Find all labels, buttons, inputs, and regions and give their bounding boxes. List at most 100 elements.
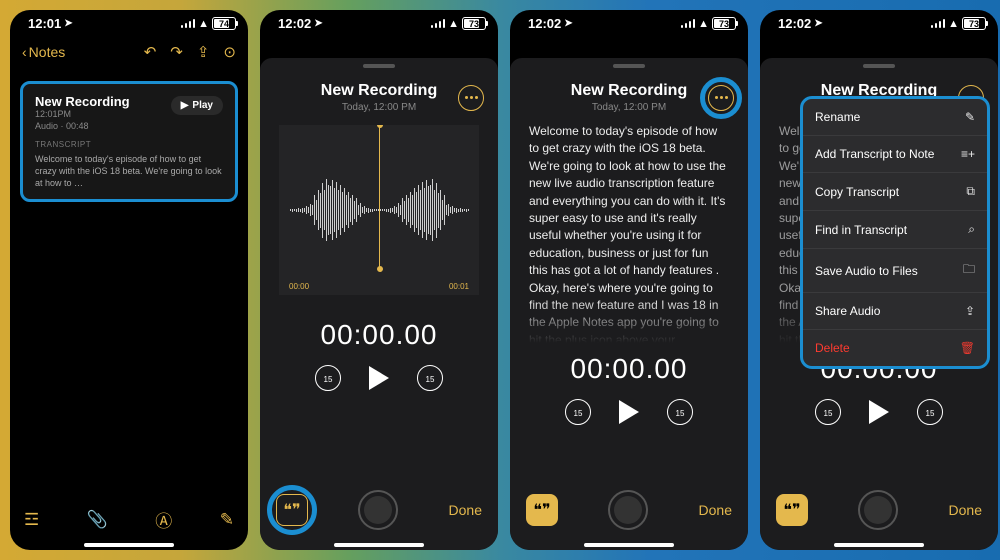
- waveform[interactable]: 00:00 00:01: [279, 125, 479, 295]
- record-button[interactable]: [608, 490, 648, 530]
- playback-controls: 15 15: [815, 399, 943, 425]
- menu-rename[interactable]: Rename✎: [803, 99, 987, 136]
- transcript-button[interactable]: ❝❞: [526, 494, 558, 526]
- card-meta: Audio · 00:48: [35, 121, 130, 133]
- home-indicator[interactable]: [84, 543, 174, 547]
- markup-icon[interactable]: Ⓐ: [155, 507, 172, 532]
- compose-icon[interactable]: ✎: [220, 510, 234, 530]
- transcript-text[interactable]: Welcome to today's episode of how to get…: [529, 123, 729, 343]
- record-button[interactable]: [358, 490, 398, 530]
- wifi-icon: ▲: [448, 18, 459, 30]
- skip-back-button[interactable]: 15: [815, 399, 841, 425]
- playback-controls: 15 15: [565, 399, 693, 425]
- timer: 00:00.00: [571, 353, 688, 385]
- playback-controls: 15 15: [315, 365, 443, 391]
- sheet-title: New Recording: [550, 82, 708, 100]
- time-tick: 00:01: [449, 282, 469, 291]
- sheet-subtitle: Today, 12:00 PM: [550, 102, 708, 113]
- pencil-icon: ✎: [965, 110, 975, 124]
- menu-save-audio[interactable]: Save Audio to Files🗀: [803, 249, 987, 293]
- folder-icon: 🗀: [963, 260, 975, 281]
- recording-sheet: New Recording Today, 12:00 PM 00:00 00:0…: [260, 58, 498, 550]
- search-icon: ⌕: [968, 222, 975, 237]
- menu-share-audio[interactable]: Share Audio⇪: [803, 293, 987, 330]
- status-time: 12:02: [528, 16, 561, 31]
- more-button[interactable]: [708, 85, 734, 111]
- home-indicator[interactable]: [584, 543, 674, 547]
- cellular-icon: [931, 19, 946, 28]
- attachment-icon[interactable]: 📎: [87, 510, 108, 530]
- location-icon: ➤: [64, 18, 72, 29]
- menu-find-transcript[interactable]: Find in Transcript⌕: [803, 211, 987, 249]
- done-button[interactable]: Done: [699, 502, 732, 518]
- status-time: 12:02: [278, 16, 311, 31]
- transcript-preview: Welcome to today's episode of how to get…: [35, 154, 223, 189]
- home-indicator[interactable]: [334, 543, 424, 547]
- cellular-icon: [431, 19, 446, 28]
- time-tick: 00:00: [289, 282, 309, 291]
- cellular-icon: [181, 19, 196, 28]
- toolbar: ☲ 📎 Ⓐ ✎: [10, 499, 248, 540]
- menu-delete[interactable]: Delete🗑: [803, 330, 987, 366]
- status-bar: 12:02➤ ▲ 73: [510, 10, 748, 35]
- transcript-button[interactable]: ❝❞: [276, 494, 308, 526]
- share-icon[interactable]: ⇪: [197, 43, 210, 61]
- recording-sheet: New Recording Today, 12:00 PM Welcome to…: [510, 58, 748, 550]
- play-button[interactable]: ▶ Play: [171, 96, 223, 115]
- back-button[interactable]: ‹ Notes: [22, 44, 65, 60]
- battery-icon: 73: [962, 17, 986, 30]
- checklist-icon[interactable]: ☲: [24, 510, 39, 530]
- phone-menu: 12:02➤ ▲ 73 New Recording Today, 12:00 P…: [760, 10, 998, 550]
- status-bar: 12:01➤ ▲ 74: [10, 10, 248, 35]
- skip-back-button[interactable]: 15: [315, 365, 341, 391]
- more-button[interactable]: [458, 85, 484, 111]
- location-icon: ➤: [814, 18, 822, 29]
- sheet-subtitle: Today, 12:00 PM: [300, 102, 458, 113]
- phone-transcript: 12:02➤ ▲ 73 New Recording Today, 12:00 P…: [510, 10, 748, 550]
- timer: 00:00.00: [321, 319, 438, 351]
- nav-bar: ‹ Notes ↶ ↷ ⇪ ⊙: [10, 35, 248, 69]
- transcript-button[interactable]: ❝❞: [776, 494, 808, 526]
- recording-sheet: New Recording Today, 12:00 PM Welcome to…: [760, 58, 998, 550]
- menu-add-transcript[interactable]: Add Transcript to Note≡+: [803, 136, 987, 173]
- battery-icon: 74: [212, 17, 236, 30]
- append-icon: ≡+: [961, 147, 975, 161]
- wifi-icon: ▲: [948, 18, 959, 30]
- phone-waveform: 12:02➤ ▲ 73 New Recording Today, 12:00 P…: [260, 10, 498, 550]
- card-title: New Recording: [35, 94, 130, 109]
- location-icon: ➤: [564, 18, 572, 29]
- sheet-title: New Recording: [300, 82, 458, 100]
- status-bar: 12:02➤ ▲ 73: [760, 10, 998, 35]
- cellular-icon: [681, 19, 696, 28]
- status-time: 12:02: [778, 16, 811, 31]
- home-indicator[interactable]: [834, 543, 924, 547]
- record-button[interactable]: [858, 490, 898, 530]
- skip-forward-button[interactable]: 15: [917, 399, 943, 425]
- share-icon: ⇪: [965, 304, 975, 318]
- recording-card[interactable]: New Recording 12:01PM Audio · 00:48 ▶ Pl…: [20, 81, 238, 202]
- context-menu: Rename✎ Add Transcript to Note≡+ Copy Tr…: [800, 96, 990, 369]
- battery-icon: 73: [712, 17, 736, 30]
- transcript-label: TRANSCRIPT: [35, 140, 223, 149]
- status-bar: 12:02➤ ▲ 73: [260, 10, 498, 35]
- play-button[interactable]: [369, 366, 389, 390]
- skip-forward-button[interactable]: 15: [417, 365, 443, 391]
- done-button[interactable]: Done: [949, 502, 982, 518]
- wifi-icon: ▲: [198, 18, 209, 30]
- card-time: 12:01PM: [35, 109, 130, 121]
- status-time: 12:01: [28, 16, 61, 31]
- play-button[interactable]: [619, 400, 639, 424]
- battery-icon: 73: [462, 17, 486, 30]
- trash-icon: 🗑: [960, 341, 975, 355]
- copy-icon: ⧉: [966, 184, 975, 199]
- menu-copy-transcript[interactable]: Copy Transcript⧉: [803, 173, 987, 211]
- undo-icon[interactable]: ↶: [144, 43, 157, 61]
- skip-forward-button[interactable]: 15: [667, 399, 693, 425]
- redo-icon[interactable]: ↷: [170, 43, 183, 61]
- more-icon[interactable]: ⊙: [223, 43, 236, 61]
- phone-notes-list: 12:01➤ ▲ 74 ‹ Notes ↶ ↷ ⇪ ⊙ New Recordin…: [10, 10, 248, 550]
- wifi-icon: ▲: [698, 18, 709, 30]
- skip-back-button[interactable]: 15: [565, 399, 591, 425]
- done-button[interactable]: Done: [449, 502, 482, 518]
- play-button[interactable]: [869, 400, 889, 424]
